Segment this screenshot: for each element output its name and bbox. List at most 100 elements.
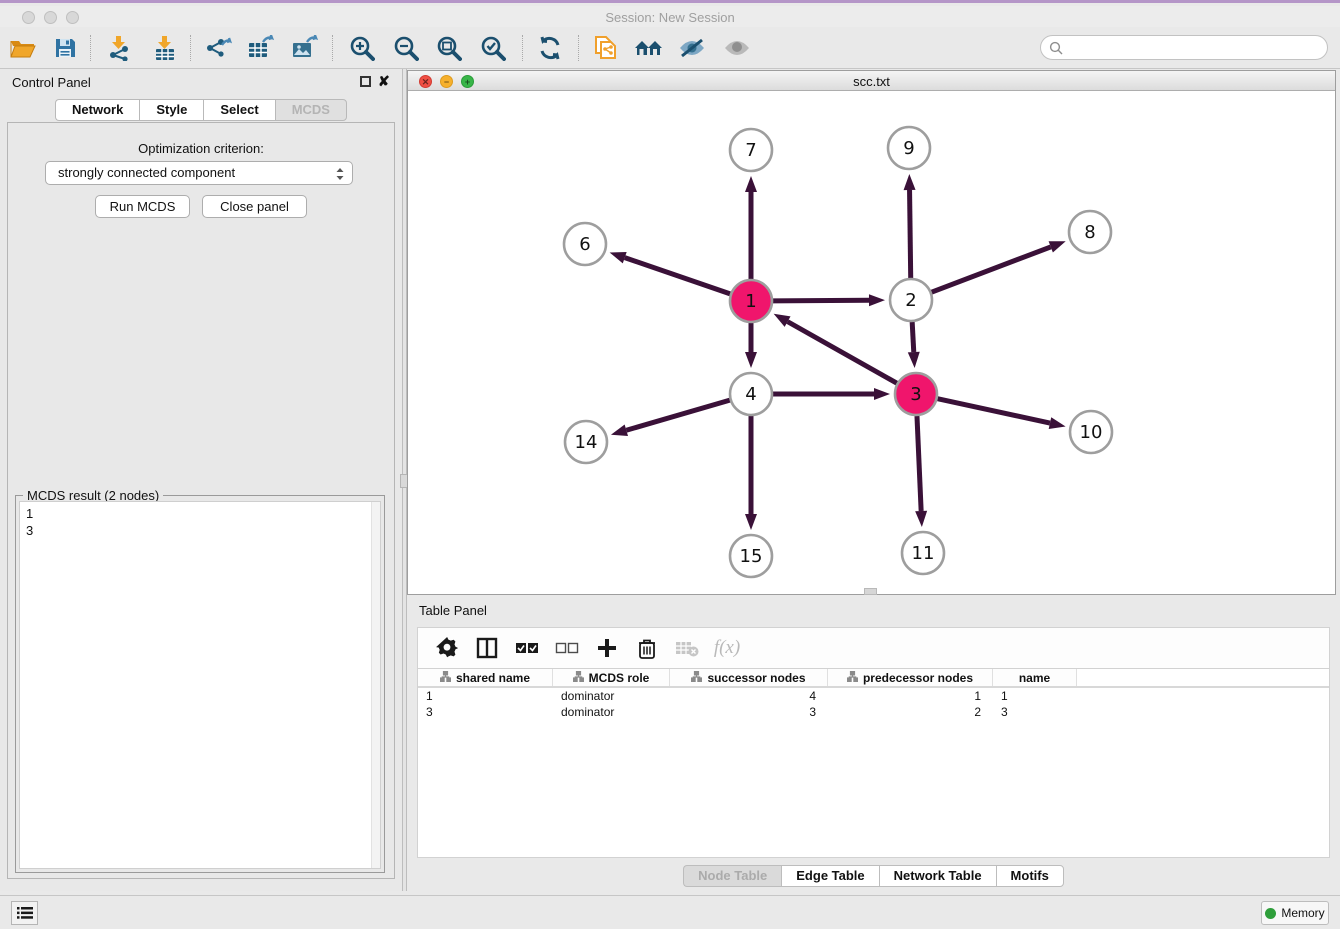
import-network-icon[interactable] [102, 32, 136, 64]
tab-select[interactable]: Select [203, 99, 274, 121]
delete-column-trash-icon[interactable] [634, 635, 660, 661]
show-all-icon[interactable] [720, 32, 754, 64]
close-panel-button[interactable]: Close panel [202, 195, 307, 218]
edge-2-3[interactable] [912, 322, 914, 352]
mcds-panel: Optimization criterion: strongly connect… [7, 122, 395, 879]
criterion-select[interactable]: strongly connected component [45, 161, 353, 185]
graph-node-label: 6 [579, 234, 590, 255]
edge-2-8[interactable] [932, 247, 1051, 292]
edge-arrowhead [874, 388, 890, 400]
graph-node-label: 9 [903, 138, 914, 159]
hide-selected-icon[interactable] [675, 32, 709, 64]
edge-arrowhead [908, 352, 920, 368]
mcds-result-text[interactable]: 13 [19, 501, 381, 869]
home-layout-icon[interactable] [632, 32, 666, 64]
column-header-label: name [1019, 671, 1050, 685]
run-mcds-button[interactable]: Run MCDS [95, 195, 190, 218]
table-cell[interactable]: 3 [418, 704, 553, 720]
edge-3-10[interactable] [937, 399, 1049, 423]
export-table-icon[interactable] [244, 32, 278, 64]
table-panel: Table Panel ✘ f(x) [407, 597, 1340, 891]
window-titlebar: Session: New Session [0, 6, 1340, 27]
network-graph[interactable]: 7968124314101511 [408, 91, 1335, 594]
tab-style[interactable]: Style [139, 99, 203, 121]
table-cell[interactable]: 1 [828, 688, 993, 704]
graph-node-label: 11 [912, 543, 935, 564]
table-cell[interactable]: 1 [418, 688, 553, 704]
edge-arrowhead [611, 425, 628, 437]
column-header-predecessor-nodes[interactable]: predecessor nodes [828, 669, 993, 686]
zoom-out-icon[interactable] [389, 32, 423, 64]
mcds-result-scrollbar[interactable] [371, 502, 380, 868]
table-cell[interactable]: 1 [993, 688, 1077, 704]
graph-node-label: 1 [745, 291, 756, 312]
edge-3-11[interactable] [917, 416, 921, 511]
edge-1-2[interactable] [773, 300, 869, 301]
tab-node-table[interactable]: Node Table [683, 865, 781, 887]
float-panel-icon[interactable] [360, 76, 371, 87]
node-table-rows: 1dominator4113dominator323 [418, 688, 1329, 720]
tab-mcds[interactable]: MCDS [275, 99, 347, 121]
network-window-resize-grip[interactable] [864, 588, 877, 595]
column-header-successor-nodes[interactable]: successor nodes [670, 669, 828, 686]
network-canvas[interactable]: 7968124314101511 [408, 91, 1335, 594]
table-cell[interactable]: dominator [553, 688, 670, 704]
edge-arrowhead [869, 294, 885, 306]
export-image-icon[interactable] [288, 32, 322, 64]
zoom-in-icon[interactable] [345, 32, 379, 64]
tab-motifs[interactable]: Motifs [996, 865, 1064, 887]
save-icon[interactable] [48, 32, 82, 64]
table-row[interactable]: 3dominator323 [418, 704, 1329, 720]
column-header-MCDS-role[interactable]: MCDS role [553, 669, 670, 686]
mcds-result-group: MCDS result (2 nodes) 13 [15, 495, 385, 873]
table-cell[interactable]: 4 [670, 688, 828, 704]
refresh-layout-icon[interactable] [533, 32, 567, 64]
control-panel: Control Panel ✘ NetworkStyleSelectMCDS O… [0, 69, 402, 891]
tab-network[interactable]: Network [55, 99, 139, 121]
table-cell[interactable]: dominator [553, 704, 670, 720]
memory-button[interactable]: Memory [1261, 901, 1329, 925]
network-window-titlebar: ✕ − + scc.txt [408, 71, 1335, 91]
edge-1-6[interactable] [625, 258, 730, 294]
node-table-header: shared nameMCDS rolesuccessor nodesprede… [418, 669, 1329, 688]
edge-2-9[interactable] [910, 190, 911, 278]
open-folder-icon[interactable] [6, 32, 40, 64]
column-header-shared-name[interactable]: shared name [418, 669, 553, 686]
edge-3-1[interactable] [788, 322, 897, 384]
control-panel-title: Control Panel [12, 75, 91, 90]
mcds-result-line: 1 [26, 505, 380, 522]
zoom-selected-icon[interactable] [476, 32, 510, 64]
search-input[interactable] [1068, 41, 1308, 55]
node-table: shared nameMCDS rolesuccessor nodesprede… [417, 669, 1330, 858]
memory-label: Memory [1281, 906, 1324, 920]
select-all-columns-icon[interactable] [514, 635, 540, 661]
memory-status-dot [1265, 908, 1276, 919]
table-settings-gear-icon[interactable] [434, 635, 460, 661]
search-box[interactable] [1040, 35, 1328, 60]
table-cell[interactable]: 3 [670, 704, 828, 720]
table-cell[interactable]: 3 [993, 704, 1077, 720]
tab-network-table[interactable]: Network Table [879, 865, 996, 887]
edge-4-14[interactable] [626, 400, 730, 430]
create-column-icon[interactable] [594, 635, 620, 661]
export-network-icon[interactable] [201, 32, 235, 64]
network-view-window: ✕ − + scc.txt 7968124314101511 [407, 70, 1336, 595]
show-column-panel-icon[interactable] [474, 635, 500, 661]
toolbar-separator [90, 35, 91, 61]
table-toolbar: f(x) [417, 627, 1330, 669]
tab-edge-table[interactable]: Edge Table [781, 865, 878, 887]
edge-arrowhead [774, 314, 791, 327]
graph-node-label: 2 [905, 290, 916, 311]
column-header-name[interactable]: name [993, 669, 1077, 686]
graph-node-label: 8 [1084, 222, 1095, 243]
table-row[interactable]: 1dominator411 [418, 688, 1329, 704]
close-panel-icon[interactable]: ✘ [378, 73, 390, 90]
deselect-all-columns-icon[interactable] [554, 635, 580, 661]
clone-network-icon[interactable] [588, 32, 622, 64]
table-cell[interactable]: 2 [828, 704, 993, 720]
search-icon [1049, 41, 1063, 55]
control-panel-header: Control Panel ✘ [0, 69, 402, 95]
import-table-icon[interactable] [148, 32, 182, 64]
task-history-button[interactable] [11, 901, 38, 925]
zoom-fit-icon[interactable] [432, 32, 466, 64]
